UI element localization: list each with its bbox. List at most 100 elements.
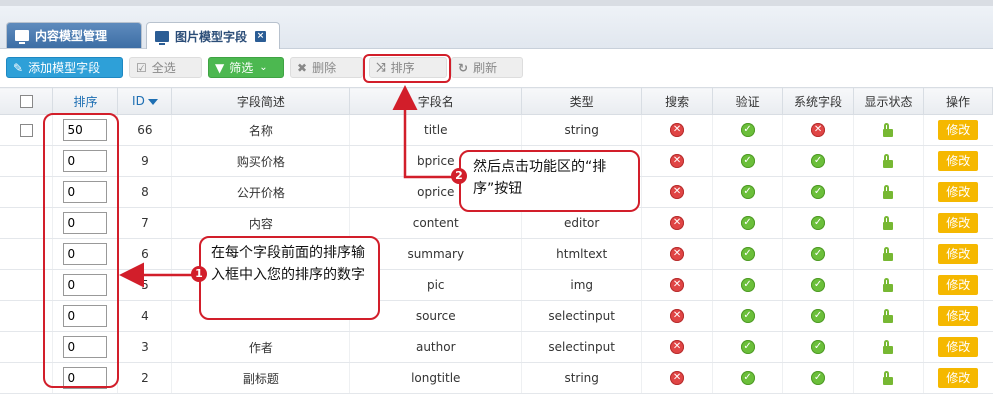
check-icon: ✓	[811, 340, 826, 355]
validate-cell: ✓	[712, 145, 783, 177]
id-cell: 7	[117, 207, 172, 239]
unlock-icon[interactable]	[883, 216, 894, 230]
system-cell: ✓	[782, 207, 854, 239]
check-icon: ✓	[740, 371, 755, 386]
cross-icon: ✕	[670, 309, 685, 324]
id-cell: 6	[117, 238, 172, 270]
col-id[interactable]: ID	[117, 87, 173, 115]
action-cell: 修改	[922, 238, 993, 270]
unlock-icon[interactable]	[883, 371, 894, 385]
edit-button[interactable]: 修改	[938, 306, 979, 326]
tab-content-model[interactable]: 内容模型管理	[6, 22, 142, 48]
delete-icon: ✖	[297, 60, 308, 75]
cross-icon: ✕	[670, 123, 685, 138]
action-cell: 修改	[922, 145, 993, 177]
status-cell	[853, 331, 924, 363]
monitor-icon	[15, 30, 29, 44]
validate-cell: ✓	[712, 176, 783, 208]
desc-cell: 购买价格	[171, 145, 350, 177]
cross-icon: ✕	[670, 154, 685, 169]
unlock-icon[interactable]	[883, 309, 894, 323]
id-cell: 2	[117, 362, 172, 394]
check-icon: ✓	[740, 123, 755, 138]
edit-button[interactable]: 修改	[938, 275, 979, 295]
toolbar: ✎ 添加模型字段 ☑ 全选 ▼ 筛选 ⌄ ✖ 删除 ⤨ 排序 ↻ 刷新	[0, 49, 993, 89]
add-field-label: 添加模型字段	[28, 61, 101, 75]
cross-icon: ✕	[670, 216, 685, 231]
action-cell: 修改	[922, 300, 993, 332]
edit-button[interactable]: 修改	[938, 182, 979, 202]
col-sort[interactable]: 排序	[52, 87, 119, 115]
table-row: 66名称titlestring ✕ ✓ ✕ 修改	[0, 114, 993, 146]
edit-button[interactable]: 修改	[938, 120, 979, 140]
system-cell: ✓	[782, 269, 854, 301]
filter-icon: ▼	[215, 60, 225, 75]
action-cell: 修改	[922, 114, 993, 146]
check-icon: ✓	[811, 371, 826, 386]
sort-desc-icon	[147, 98, 158, 105]
select-all-button[interactable]: ☑ 全选	[129, 57, 202, 78]
col-name: 字段名	[349, 87, 523, 115]
system-cell: ✓	[782, 238, 854, 270]
action-cell: 修改	[922, 331, 993, 363]
id-cell: 66	[117, 114, 172, 146]
unlock-icon[interactable]	[883, 278, 894, 292]
callout-step-2: 然后点击功能区的“排序”按钮	[459, 150, 640, 212]
unlock-icon[interactable]	[883, 340, 894, 354]
desc-cell: 内容	[171, 207, 350, 239]
unlock-icon[interactable]	[883, 185, 894, 199]
edit-button[interactable]: 修改	[938, 151, 979, 171]
cross-icon: ✕	[811, 123, 826, 138]
id-cell: 3	[117, 331, 172, 363]
id-cell: 9	[117, 145, 172, 177]
system-cell: ✓	[782, 145, 854, 177]
validate-cell: ✓	[712, 207, 783, 239]
name-cell: author	[349, 331, 522, 363]
status-cell	[853, 238, 924, 270]
check-icon: ✓	[811, 216, 826, 231]
search-cell: ✕	[641, 207, 713, 239]
search-cell: ✕	[641, 300, 713, 332]
action-cell: 修改	[922, 176, 993, 208]
refresh-label: 刷新	[473, 61, 498, 75]
edit-button[interactable]: 修改	[938, 244, 979, 264]
tab-bar: 内容模型管理 图片模型字段 ×	[0, 6, 993, 49]
check-icon: ✓	[740, 154, 755, 169]
col-id-label: ID	[132, 94, 145, 108]
check-icon: ✓	[740, 309, 755, 324]
edit-button[interactable]: 修改	[938, 368, 979, 388]
select-all-label: 全选	[151, 61, 176, 75]
chevron-down-icon: ⌄	[259, 62, 268, 73]
id-cell: 4	[117, 300, 172, 332]
select-all-checkbox-cell	[0, 87, 54, 115]
unlock-icon[interactable]	[883, 154, 894, 168]
fields-table: 排序 ID 字段简述 字段名 类型 搜索 验证 系统字段 显示状态 操作 66名…	[0, 87, 993, 394]
system-cell: ✓	[782, 362, 854, 394]
refresh-button[interactable]: ↻ 刷新	[451, 57, 523, 78]
edit-button[interactable]: 修改	[938, 337, 979, 357]
unlock-icon[interactable]	[883, 123, 894, 137]
edit-button[interactable]: 修改	[938, 213, 979, 233]
name-cell: title	[349, 114, 522, 146]
unlock-icon[interactable]	[883, 247, 894, 261]
table-row: 2副标题longtitlestring ✕ ✓ ✓ 修改	[0, 362, 993, 394]
row-checkbox[interactable]	[19, 124, 33, 137]
type-cell: htmltext	[521, 238, 642, 270]
id-cell: 5	[117, 269, 172, 301]
type-cell: selectinput	[521, 331, 642, 363]
table-header: 排序 ID 字段简述 字段名 类型 搜索 验证 系统字段 显示状态 操作	[0, 87, 993, 115]
check-icon: ✓	[740, 278, 755, 293]
desc-cell: 公开价格	[171, 176, 350, 208]
select-all-checkbox[interactable]	[19, 95, 33, 108]
close-icon[interactable]: ×	[255, 30, 267, 42]
cross-icon: ✕	[670, 247, 685, 262]
tab-image-fields[interactable]: 图片模型字段 ×	[146, 22, 280, 49]
sort-column-highlight	[43, 113, 119, 388]
search-cell: ✕	[641, 114, 713, 146]
delete-button[interactable]: ✖ 删除	[290, 57, 363, 78]
filter-button[interactable]: ▼ 筛选 ⌄	[208, 57, 284, 78]
add-field-button[interactable]: ✎ 添加模型字段	[6, 57, 123, 78]
refresh-icon: ↻	[458, 60, 469, 75]
system-cell: ✓	[782, 176, 854, 208]
status-cell	[853, 362, 924, 394]
